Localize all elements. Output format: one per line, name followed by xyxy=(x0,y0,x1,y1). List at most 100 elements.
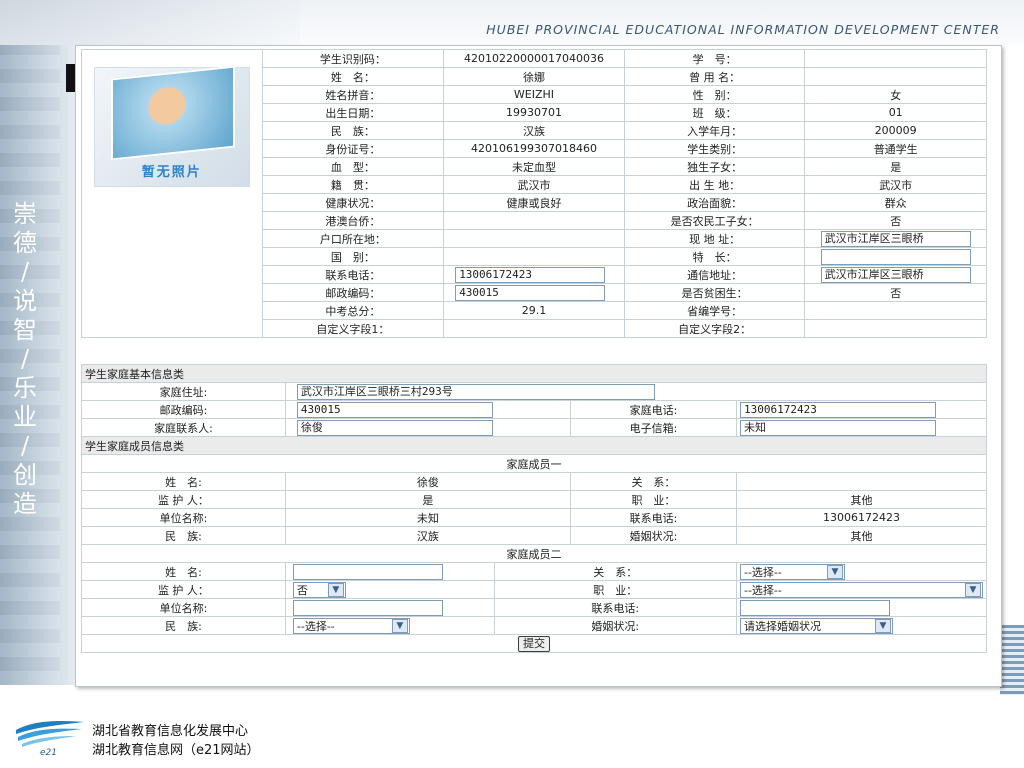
home-contact-input[interactable]: 徐俊 xyxy=(296,419,493,436)
member1-guardian-value: 是 xyxy=(284,490,571,509)
member2-relation-cell: --选择-- ▼ xyxy=(735,562,988,581)
home-address-cell: 武汉市江岸区三眼桥三村293号 xyxy=(284,382,988,401)
field-label: 婚姻状况: xyxy=(569,526,737,545)
table-row: 暂无照片 学生识别码： 42010220000017040036 学 号： xyxy=(81,49,987,338)
field-label: 家庭住址: xyxy=(81,382,286,401)
section-title: 学生家庭成员信息类 xyxy=(81,436,987,455)
zip-cell: 430015 xyxy=(443,283,625,302)
field-label: 港澳台侨： xyxy=(261,211,445,230)
field-label: 是否农民工子女： xyxy=(623,211,806,230)
home-zip-input[interactable]: 430015 xyxy=(296,401,493,418)
table-row: 家庭成员二 xyxy=(81,544,987,563)
select-value: --选择-- xyxy=(296,619,335,633)
member2-unit-input[interactable] xyxy=(292,599,443,616)
political-value: 群众 xyxy=(804,193,987,212)
select-value: 否 xyxy=(296,583,308,597)
custom2-value xyxy=(804,319,987,338)
member2-job-select[interactable]: --选择-- ▼ xyxy=(739,581,983,598)
motto-char: 业 xyxy=(13,403,37,431)
student-basic-table: 暂无照片 学生识别码： 42010220000017040036 学 号： 姓 … xyxy=(81,49,987,338)
field-label: 联系电话： xyxy=(261,265,445,284)
field-label: 民 族: xyxy=(81,616,286,635)
motto-char: / xyxy=(20,345,30,373)
table-row: 民 族: --选择-- ▼ 婚姻状况: 请选择婚姻状况 ▼ xyxy=(81,616,988,635)
native-value: 武汉市 xyxy=(443,175,625,194)
member2-nation-select[interactable]: --选择-- ▼ xyxy=(292,617,410,634)
field-label: 姓 名： xyxy=(261,67,445,86)
member1-marital-value: 其他 xyxy=(735,526,988,545)
member2-guardian-select[interactable]: 否 ▼ xyxy=(292,581,346,598)
home-address-input[interactable]: 武汉市江岸区三眼桥三村293号 xyxy=(296,383,655,400)
address-input[interactable]: 武汉市江岸区三眼桥 xyxy=(820,230,971,247)
field-label: 联系电话: xyxy=(493,598,737,617)
class-value: 01 xyxy=(804,103,987,122)
field-label: 联系电话: xyxy=(569,508,737,527)
member2-marital-select[interactable]: 请选择婚姻状况 ▼ xyxy=(739,617,893,634)
field-label: 学 号： xyxy=(623,49,806,68)
field-label: 现 地 址： xyxy=(623,229,806,248)
talent-input[interactable] xyxy=(820,248,971,265)
field-label: 身份证号： xyxy=(261,139,445,158)
talent-cell xyxy=(804,247,987,266)
field-label: 籍 贯： xyxy=(261,175,445,194)
select-value: --选择-- xyxy=(743,565,782,579)
motto-vertical: 崇 德 / 说 智 / 乐 业 / 创 造 xyxy=(8,200,42,519)
member-title: 家庭成员一 xyxy=(81,454,987,473)
member2-unit-cell xyxy=(284,598,495,617)
member1-nation-value: 汉族 xyxy=(284,526,571,545)
select-value: --选择-- xyxy=(743,583,782,597)
field-label: 邮政编码: xyxy=(81,400,286,419)
field-label: 民 族: xyxy=(81,526,286,545)
table-row: 监 护 人： 否 ▼ 职 业： --选择-- ▼ xyxy=(81,580,988,599)
hukou-value xyxy=(443,229,625,248)
mail-address-input[interactable]: 武汉市江岸区三眼桥 xyxy=(820,266,971,283)
zip-input[interactable]: 430015 xyxy=(455,284,606,301)
field-label: 邮政编码： xyxy=(261,283,445,302)
field-label: 政治面貌： xyxy=(623,193,806,212)
member2-name-input[interactable] xyxy=(292,563,443,580)
field-label: 姓名拼音： xyxy=(261,85,445,104)
field-label: 姓 名: xyxy=(81,562,286,581)
motto-char: / xyxy=(20,432,30,460)
member2-guardian-cell: 否 ▼ xyxy=(284,580,495,599)
member2-phone-input[interactable] xyxy=(739,599,890,616)
former-name-value xyxy=(804,67,987,86)
home-email-input[interactable]: 未知 xyxy=(739,419,936,436)
field-label: 学生类别： xyxy=(623,139,806,158)
chevron-down-icon[interactable]: ▼ xyxy=(327,582,344,597)
idcard-value: 420106199307018460 xyxy=(443,139,625,158)
chevron-down-icon[interactable]: ▼ xyxy=(964,582,981,597)
student-photo-placeholder: 暂无照片 xyxy=(93,65,250,187)
table-row: 家庭住址: 武汉市江岸区三眼桥三村293号 xyxy=(81,382,988,401)
field-label: 国 别： xyxy=(261,247,445,266)
field-label: 单位名称: xyxy=(81,508,286,527)
photo-label: 暂无照片 xyxy=(141,165,202,180)
chevron-down-icon[interactable]: ▼ xyxy=(874,618,891,633)
farmer-child-value: 否 xyxy=(804,211,987,230)
field-label: 自定义字段2： xyxy=(623,319,806,338)
field-label: 是否贫困生： xyxy=(623,283,806,302)
table-row: 提交 xyxy=(81,634,987,653)
member2-name-cell xyxy=(284,562,495,581)
field-label: 省编学号： xyxy=(623,301,806,320)
phone-input[interactable]: 13006172423 xyxy=(455,266,606,283)
field-label: 监 护 人： xyxy=(81,490,286,509)
select-value: 请选择婚姻状况 xyxy=(743,619,821,633)
table-row: 家庭成员一 xyxy=(81,454,987,473)
field-label: 电子信箱: xyxy=(569,418,737,437)
section-title: 学生家庭基本信息类 xyxy=(81,364,987,383)
footer-site-name: 湖北教育信息网（e21网站） xyxy=(92,743,260,758)
chevron-down-icon[interactable]: ▼ xyxy=(391,618,408,633)
field-label: 职 业： xyxy=(569,490,737,509)
home-phone-input[interactable]: 13006172423 xyxy=(739,401,936,418)
table-row: 姓 名: 关 系： --选择-- ▼ xyxy=(81,562,988,581)
field-label: 独生子女： xyxy=(623,157,806,176)
member2-relation-select[interactable]: --选择-- ▼ xyxy=(739,563,845,580)
student-name-value: 徐娜 xyxy=(443,67,625,86)
chevron-down-icon[interactable]: ▼ xyxy=(826,564,843,579)
sex-value: 女 xyxy=(804,85,987,104)
header-keyboard-image xyxy=(0,0,300,45)
field-label: 健康状况： xyxy=(261,193,445,212)
student-type-value: 普通学生 xyxy=(804,139,987,158)
submit-button[interactable]: 提交 xyxy=(518,635,550,652)
